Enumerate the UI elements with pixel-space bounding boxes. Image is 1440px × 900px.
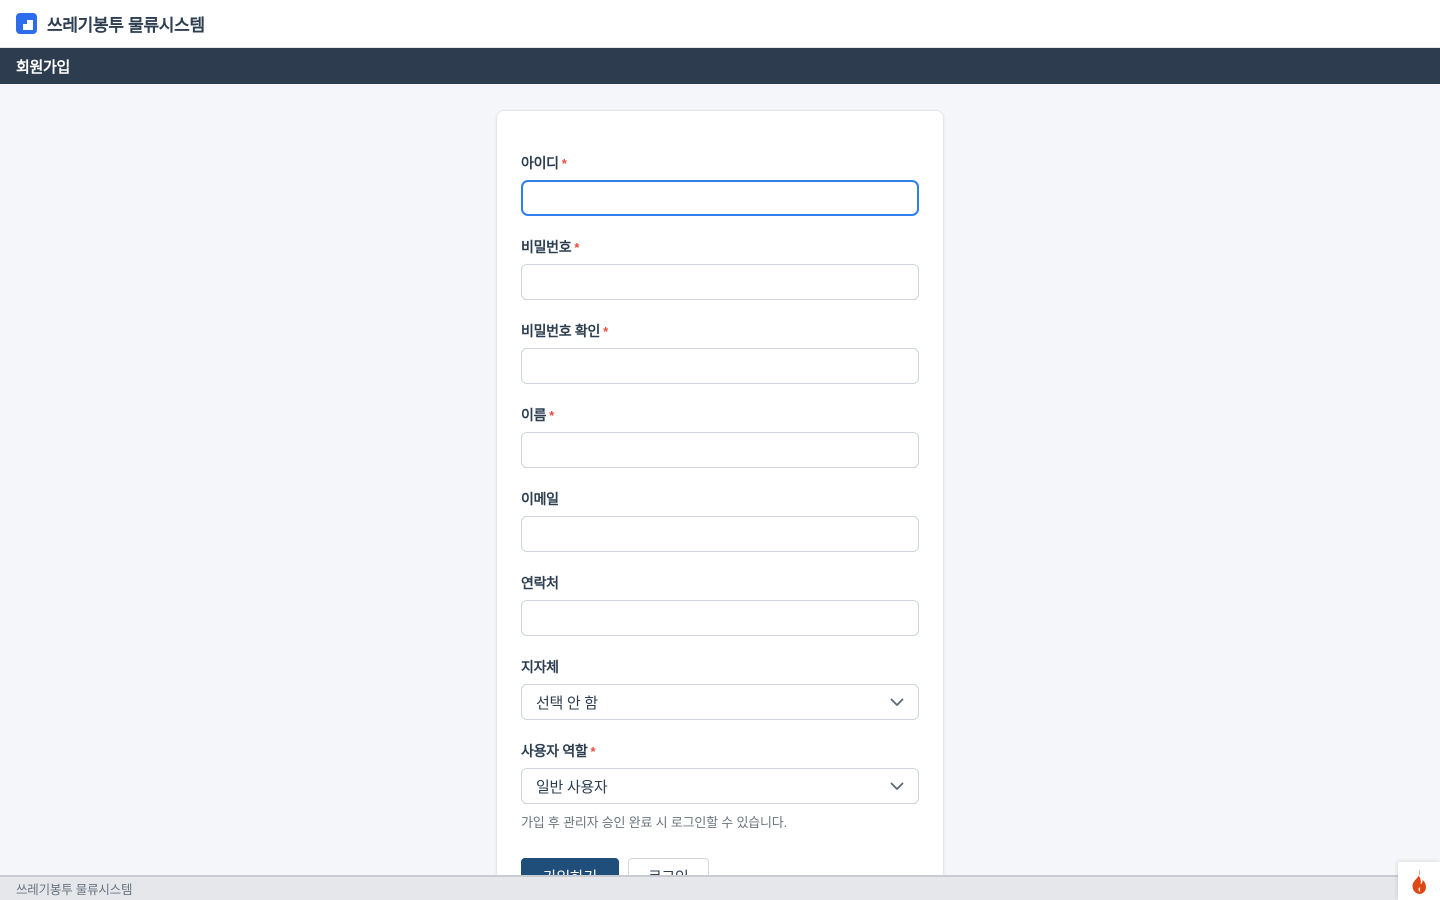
field-userid: 아이디* [521,153,919,216]
userid-label: 아이디* [521,153,919,173]
chevron-down-icon [890,782,904,791]
required-asterisk: * [574,240,579,255]
form-actions: 가입하기 로그인 [521,858,919,875]
required-asterisk: * [603,324,608,339]
signup-button[interactable]: 가입하기 [521,858,619,875]
debug-toolbar-toggle[interactable] [1398,862,1440,900]
email-label: 이메일 [521,489,919,509]
flame-icon [1409,869,1429,894]
phone-input[interactable] [521,600,919,636]
field-phone: 연락처 [521,573,919,636]
email-field[interactable] [521,516,919,552]
field-municipality: 지자체 선택 안 함 [521,657,919,720]
field-email: 이메일 [521,489,919,552]
municipality-selected-value: 선택 안 함 [536,692,598,713]
required-asterisk: * [591,744,596,759]
required-asterisk: * [549,408,554,423]
password-confirm-input[interactable] [521,348,919,384]
footer-text: 쓰레기봉투 물류시스템 [16,879,132,898]
user-role-label: 사용자 역할* [521,741,919,761]
phone-label: 연락처 [521,573,919,593]
field-name: 이름* [521,405,919,468]
name-input[interactable] [521,432,919,468]
page-footer: 쓰레기봉투 물류시스템 [0,875,1440,900]
app-header: 쓰레기봉투 물류시스템 [0,0,1440,48]
name-label: 이름* [521,405,919,425]
app-title: 쓰레기봉투 물류시스템 [47,11,205,36]
app-logo-icon [16,13,37,34]
field-password-confirm: 비밀번호 확인* [521,321,919,384]
password-confirm-label: 비밀번호 확인* [521,321,919,341]
page-title: 회원가입 [16,56,70,77]
password-input[interactable] [521,264,919,300]
field-user-role: 사용자 역할* 일반 사용자 가입 후 관리자 승인 완료 시 로그인할 수 있… [521,741,919,831]
main-content: 아이디* 비밀번호* 비밀번호 확인* 이름* 이메일 [0,84,1440,875]
chevron-down-icon [890,698,904,707]
municipality-label: 지자체 [521,657,919,677]
password-label: 비밀번호* [521,237,919,257]
signup-form-card: 아이디* 비밀번호* 비밀번호 확인* 이름* 이메일 [496,110,944,875]
userid-input[interactable] [521,180,919,216]
page-title-bar: 회원가입 [0,48,1440,84]
login-button[interactable]: 로그인 [628,858,709,875]
user-role-select[interactable]: 일반 사용자 [521,768,919,804]
user-role-selected-value: 일반 사용자 [536,776,607,797]
approval-help-text: 가입 후 관리자 승인 완료 시 로그인할 수 있습니다. [521,812,919,831]
required-asterisk: * [562,156,567,171]
municipality-select[interactable]: 선택 안 함 [521,684,919,720]
field-password: 비밀번호* [521,237,919,300]
